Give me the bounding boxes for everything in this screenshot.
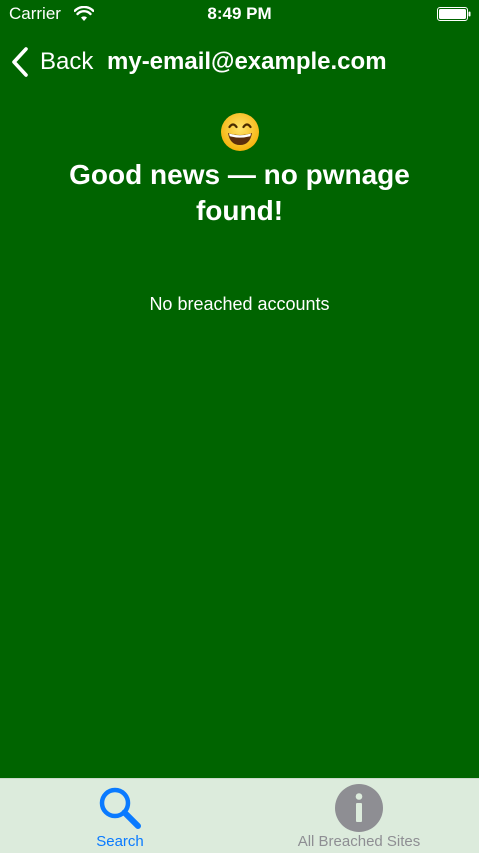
status-bar: Carrier 8:49 PM <box>0 0 479 30</box>
result-subtext: No breached accounts <box>149 294 330 314</box>
status-time: 8:49 PM <box>207 4 272 23</box>
info-icon <box>335 784 383 832</box>
search-icon <box>99 787 141 829</box>
tab-bar: Search All Breached Sites <box>0 778 479 853</box>
tab-label-search: Search <box>96 833 144 850</box>
battery-icon <box>437 7 471 21</box>
back-label: Back <box>40 48 94 75</box>
grinning-face-emoji-icon <box>221 113 259 151</box>
tab-search[interactable]: Search <box>0 779 240 853</box>
tab-all-breached-sites[interactable]: All Breached Sites <box>239 779 479 853</box>
chevron-left-icon <box>12 47 28 77</box>
result-headline: Good news — no pwnage found! <box>69 159 410 226</box>
nav-title: my-email@example.com <box>107 48 387 75</box>
navigation-bar: Back my-email@example.com <box>0 40 479 84</box>
back-button[interactable]: Back <box>10 46 93 78</box>
tab-label-all-breached-sites: All Breached Sites <box>297 833 421 850</box>
